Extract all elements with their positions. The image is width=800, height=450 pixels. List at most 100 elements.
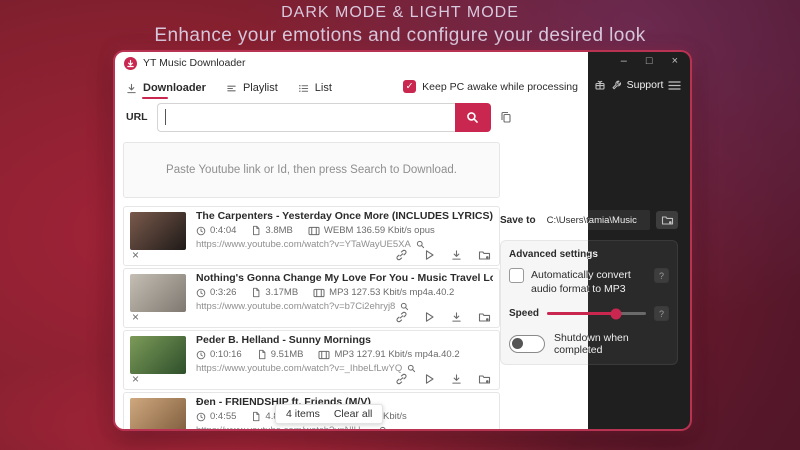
remove-song-button[interactable]: × [132, 373, 139, 385]
song-url-row: https://www.youtube.com/watch?v=NlU_... [196, 425, 493, 429]
song-action-icons [395, 311, 491, 323]
song-info: Nothing's Gonna Change My Love For You -… [196, 272, 493, 312]
song-info: The Carpenters - Yesterday Once More (IN… [196, 210, 493, 250]
song-thumbnail [130, 336, 186, 374]
file-icon [251, 411, 261, 422]
play-button[interactable] [424, 311, 435, 323]
speed-label: Speed [509, 308, 539, 319]
download-song-button[interactable] [451, 373, 462, 385]
speed-help-button[interactable]: ? [654, 306, 669, 321]
open-folder-icon [478, 311, 491, 323]
clear-all-button[interactable]: Clear all [334, 408, 373, 420]
song-size: 3.8MB [265, 225, 292, 236]
remove-song-button[interactable]: × [132, 311, 139, 323]
link-icon [395, 311, 408, 323]
paste-button[interactable] [500, 111, 512, 124]
shutdown-toggle[interactable] [509, 335, 545, 353]
file-icon [257, 349, 267, 360]
play-icon [424, 249, 435, 261]
clock-icon [196, 412, 206, 422]
song-duration: 0:10:16 [210, 349, 242, 360]
hero-subtitle: Enhance your emotions and configure your… [0, 25, 800, 47]
play-icon [424, 373, 435, 385]
url-search-icon[interactable] [379, 426, 388, 429]
menu-button[interactable] [668, 80, 681, 91]
song-row: The Carpenters - Yesterday Once More (IN… [123, 206, 500, 266]
copy-link-button[interactable] [395, 311, 408, 323]
window-controls: – □ × [621, 55, 678, 67]
text-caret [165, 109, 166, 125]
convert-checkbox[interactable] [509, 268, 524, 283]
tab-playlist-label: Playlist [243, 82, 278, 94]
download-song-button[interactable] [451, 249, 462, 261]
download-icon [126, 83, 137, 94]
tab-list-label: List [315, 82, 332, 94]
play-button[interactable] [424, 373, 435, 385]
song-duration: 0:4:04 [210, 225, 236, 236]
window-title: YT Music Downloader [143, 57, 246, 69]
play-icon [424, 311, 435, 323]
search-icon [466, 111, 479, 124]
clipboard-icon [500, 111, 512, 124]
tab-downloader[interactable]: Downloader [126, 82, 206, 94]
song-actions: × [132, 311, 491, 323]
song-action-icons [395, 249, 491, 261]
media-format-icon [318, 350, 330, 360]
song-thumbnail [130, 212, 186, 250]
song-format: MP3 127.53 Kbit/s mp4a.40.2 [329, 287, 454, 298]
song-duration: 0:3:26 [210, 287, 236, 298]
hero-title: DARK MODE & LIGHT MODE [0, 4, 800, 22]
remove-song-button[interactable]: × [132, 249, 139, 261]
song-title: Nothing's Gonna Change My Love For You -… [196, 272, 493, 284]
url-search-icon[interactable] [407, 364, 416, 373]
download-icon [451, 311, 462, 323]
paste-hint-box: Paste Youtube link or Id, then press Sea… [123, 142, 500, 198]
maximize-button[interactable]: □ [646, 55, 653, 67]
browse-folder-button[interactable] [656, 211, 678, 229]
hero-header: DARK MODE & LIGHT MODE Enhance your emot… [0, 4, 800, 47]
link-icon [395, 249, 408, 261]
tab-downloader-label: Downloader [143, 82, 206, 94]
download-icon [451, 249, 462, 261]
song-info: Peder B. Helland - Sunny Mornings 0:10:1… [196, 334, 493, 374]
url-search-icon[interactable] [416, 240, 425, 249]
song-url: https://www.youtube.com/watch?v=NlU_... [196, 425, 374, 429]
song-thumbnail [130, 398, 186, 429]
tab-list[interactable]: List [298, 82, 332, 94]
song-duration: 0:4:55 [210, 411, 236, 422]
url-input[interactable] [157, 103, 455, 132]
open-folder-icon [478, 249, 491, 261]
tab-playlist[interactable]: Playlist [226, 82, 278, 94]
copy-link-button[interactable] [395, 249, 408, 261]
search-button[interactable] [455, 103, 491, 132]
close-button[interactable]: × [672, 55, 678, 67]
playlist-icon [226, 83, 237, 94]
file-icon [251, 287, 261, 298]
media-format-icon [313, 288, 325, 298]
download-song-button[interactable] [451, 311, 462, 323]
open-folder-button[interactable] [478, 311, 491, 323]
keep-awake-checkbox[interactable]: ✓ Keep PC awake while processing [403, 80, 578, 93]
media-format-icon [308, 226, 320, 236]
song-actions: × [132, 249, 491, 261]
slider-knob[interactable] [611, 308, 622, 319]
song-title: Peder B. Helland - Sunny Mornings [196, 334, 493, 346]
copy-link-button[interactable] [395, 373, 408, 385]
clock-icon [196, 226, 206, 236]
open-folder-button[interactable] [478, 249, 491, 261]
minimize-button[interactable]: – [621, 55, 627, 67]
url-label: URL [126, 111, 148, 123]
song-title: The Carpenters - Yesterday Once More (IN… [196, 210, 493, 222]
play-button[interactable] [424, 249, 435, 261]
support-button[interactable]: Support [611, 79, 664, 91]
convert-help-button[interactable]: ? [654, 268, 669, 283]
song-size: 3.17MB [265, 287, 298, 298]
checkbox-checked-icon: ✓ [403, 80, 416, 93]
open-folder-button[interactable] [478, 373, 491, 385]
file-icon [251, 225, 261, 236]
song-row: Peder B. Helland - Sunny Mornings 0:10:1… [123, 330, 500, 390]
song-meta: 0:10:16 9.51MB MP3 127.91 Kbit/s mp4a.40… [196, 349, 493, 360]
gift-icon[interactable] [594, 79, 606, 91]
list-footer: 4 items Clear all [275, 404, 383, 424]
url-search-icon[interactable] [400, 302, 409, 311]
